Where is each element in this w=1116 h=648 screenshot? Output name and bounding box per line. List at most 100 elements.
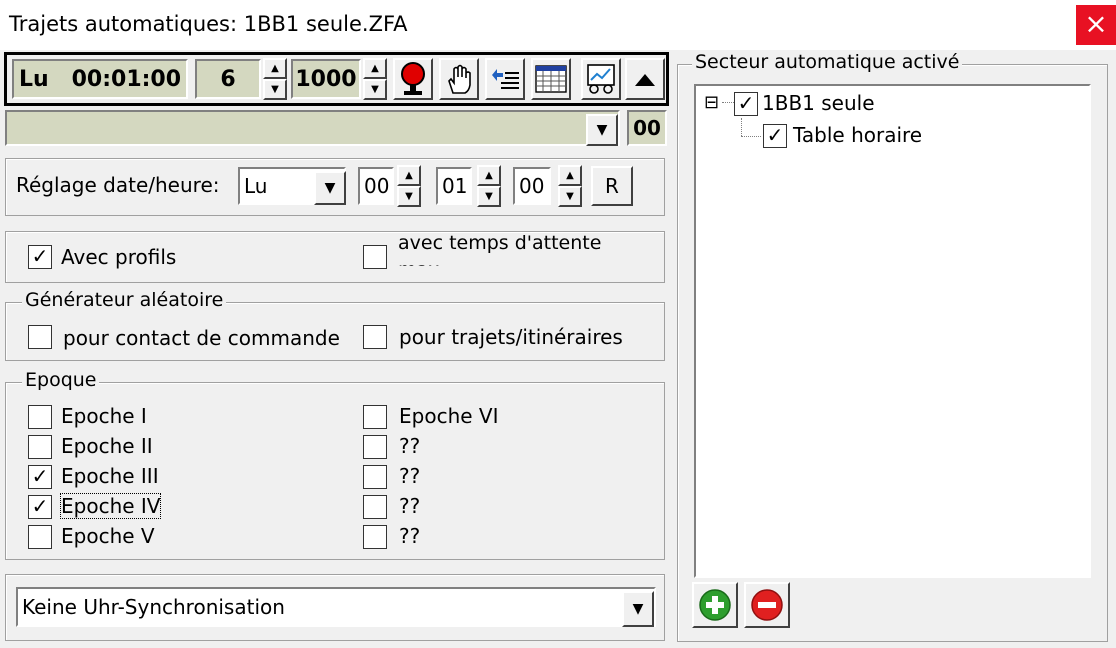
epoch-checkbox-left-4[interactable] (28, 525, 52, 549)
hand-icon (448, 64, 471, 94)
chevron-down-icon[interactable]: ▼ (314, 171, 346, 205)
random-legend: Générateur aléatoire (22, 289, 227, 311)
sync-value: Keine Uhr-Synchronisation (22, 595, 285, 619)
hour-spinner[interactable]: ▲ ▼ (397, 165, 421, 207)
epoch-label-left-4: Epoche V (61, 524, 155, 548)
step-display: 6 (195, 59, 261, 99)
checkmark-icon: ✓ (737, 91, 755, 115)
second-spinner[interactable]: ▲ ▼ (558, 165, 582, 207)
chevron-down-icon[interactable]: ▼ (622, 591, 654, 627)
epoch-label-right-3: ?? (399, 494, 421, 518)
day-select[interactable]: Lu ▼ (238, 167, 346, 205)
monitor-chart-icon (587, 64, 615, 94)
status-code: 00 (627, 110, 667, 146)
speed-spinner[interactable]: ▲ ▼ (363, 58, 387, 100)
stop-signal-icon (401, 62, 425, 95)
triangle-up-icon (635, 74, 655, 86)
random-group: Générateur aléatoire pour contact de com… (5, 289, 665, 361)
epoch-checkbox-left-0[interactable] (28, 405, 52, 429)
insert-list-button[interactable] (485, 58, 525, 100)
epoch-checkbox-left-3[interactable]: ✓ (28, 495, 52, 519)
datetime-group: Réglage date/heure: Lu ▼ 00 ▲ ▼ 01 ▲ ▼ 00 … (5, 158, 665, 216)
epoch-group: Epoque Epoche I Epoche II ✓ Epoche III ✓ Epoc… (5, 369, 665, 560)
second-field[interactable]: 00 (513, 167, 551, 205)
spin-down-icon[interactable]: ▼ (397, 186, 421, 207)
list-insert-icon (492, 69, 519, 89)
wait-checkbox[interactable] (363, 245, 387, 269)
hour-field[interactable]: 00 (358, 167, 394, 205)
routes-checkbox[interactable] (363, 325, 387, 349)
status-combo[interactable]: ▼ (5, 110, 620, 146)
minus-icon (751, 589, 783, 621)
tree-checkbox-timetable[interactable]: ✓ (763, 124, 787, 148)
routes-label: pour trajets/itinéraires (399, 325, 623, 349)
toolbar: Lu 00:01:00 6 ▲ ▼ 1000 ▲ ▼ (4, 52, 669, 106)
epoch-label-left-0: Epoche I (61, 404, 147, 428)
sector-tree[interactable]: ⊟ ✓ 1BB1 seule ✓ Table horaire (694, 84, 1091, 578)
display-button[interactable] (581, 58, 621, 100)
reset-time-button[interactable]: R (591, 166, 633, 206)
tree-connector (741, 118, 742, 136)
epoch-label-right-2: ?? (399, 464, 421, 488)
tree-item-root[interactable]: 1BB1 seule (762, 91, 875, 115)
clock-display: Lu 00:01:00 (12, 59, 188, 99)
epoch-label-right-4: ?? (399, 524, 421, 548)
contact-checkbox[interactable] (28, 325, 52, 349)
spin-up-icon[interactable]: ▲ (263, 58, 287, 79)
table-grid-icon (535, 65, 567, 93)
epoch-checkbox-left-2[interactable]: ✓ (28, 465, 52, 489)
epoch-label-left-3: Epoche IV (59, 493, 162, 519)
epoch-checkbox-right-2[interactable] (363, 465, 387, 489)
spin-up-icon[interactable]: ▲ (397, 165, 421, 186)
day-value: Lu (244, 174, 268, 198)
chevron-down-icon[interactable]: ▼ (586, 114, 618, 146)
options-group: ✓ Avec profils avec temps d'attente max (5, 231, 665, 283)
epoch-legend: Epoque (22, 369, 100, 391)
minute-spinner[interactable]: ▲ ▼ (477, 165, 501, 207)
spin-up-icon[interactable]: ▲ (558, 165, 582, 186)
minute-field[interactable]: 01 (436, 167, 472, 205)
timetable-button[interactable] (531, 58, 571, 100)
remove-button[interactable] (744, 582, 790, 628)
wait-label: avec temps d'attente max (398, 232, 602, 266)
close-button[interactable]: × (1076, 5, 1116, 45)
tree-item-timetable[interactable]: Table horaire (793, 123, 922, 147)
sync-group: Keine Uhr-Synchronisation ▼ (5, 574, 665, 641)
epoch-label-left-2: Epoche III (61, 464, 159, 488)
plus-icon (699, 589, 731, 621)
datetime-label: Réglage date/heure: (16, 173, 220, 197)
epoch-label-left-1: Epoche II (61, 434, 153, 458)
checkmark-icon: ✓ (766, 123, 784, 147)
tree-connector (722, 102, 734, 103)
checkmark-icon: ✓ (31, 494, 49, 518)
epoch-checkbox-left-1[interactable] (28, 435, 52, 459)
stop-button[interactable] (393, 58, 433, 100)
profiles-label: Avec profils (61, 245, 177, 269)
spin-down-icon[interactable]: ▼ (477, 186, 501, 207)
hand-button[interactable] (439, 58, 479, 100)
epoch-checkbox-right-1[interactable] (363, 435, 387, 459)
speed-display: 1000 (291, 59, 361, 99)
add-button[interactable] (692, 582, 738, 628)
spin-down-icon[interactable]: ▼ (363, 79, 387, 100)
epoch-label-right-1: ?? (399, 434, 421, 458)
tree-checkbox-root[interactable]: ✓ (734, 92, 758, 116)
spin-up-icon[interactable]: ▲ (477, 165, 501, 186)
spin-down-icon[interactable]: ▼ (558, 186, 582, 207)
profiles-checkbox[interactable]: ✓ (28, 245, 52, 269)
epoch-checkbox-right-4[interactable] (363, 525, 387, 549)
spin-down-icon[interactable]: ▼ (263, 79, 287, 100)
checkmark-icon: ✓ (31, 244, 49, 268)
epoch-checkbox-right-0[interactable] (363, 405, 387, 429)
collapse-button[interactable] (625, 58, 665, 100)
epoch-checkbox-right-3[interactable] (363, 495, 387, 519)
sync-select[interactable]: Keine Uhr-Synchronisation ▼ (16, 587, 656, 627)
epoch-label-right-0: Epoche VI (399, 404, 499, 428)
step-spinner[interactable]: ▲ ▼ (263, 58, 287, 100)
window-title: Trajets automatiques: 1BB1 seule.ZFA (9, 12, 408, 36)
collapse-tree-icon[interactable]: ⊟ (704, 92, 719, 113)
spin-up-icon[interactable]: ▲ (363, 58, 387, 79)
checkmark-icon: ✓ (31, 464, 49, 488)
contact-label: pour contact de commande (63, 326, 340, 350)
close-icon: × (1084, 7, 1108, 40)
